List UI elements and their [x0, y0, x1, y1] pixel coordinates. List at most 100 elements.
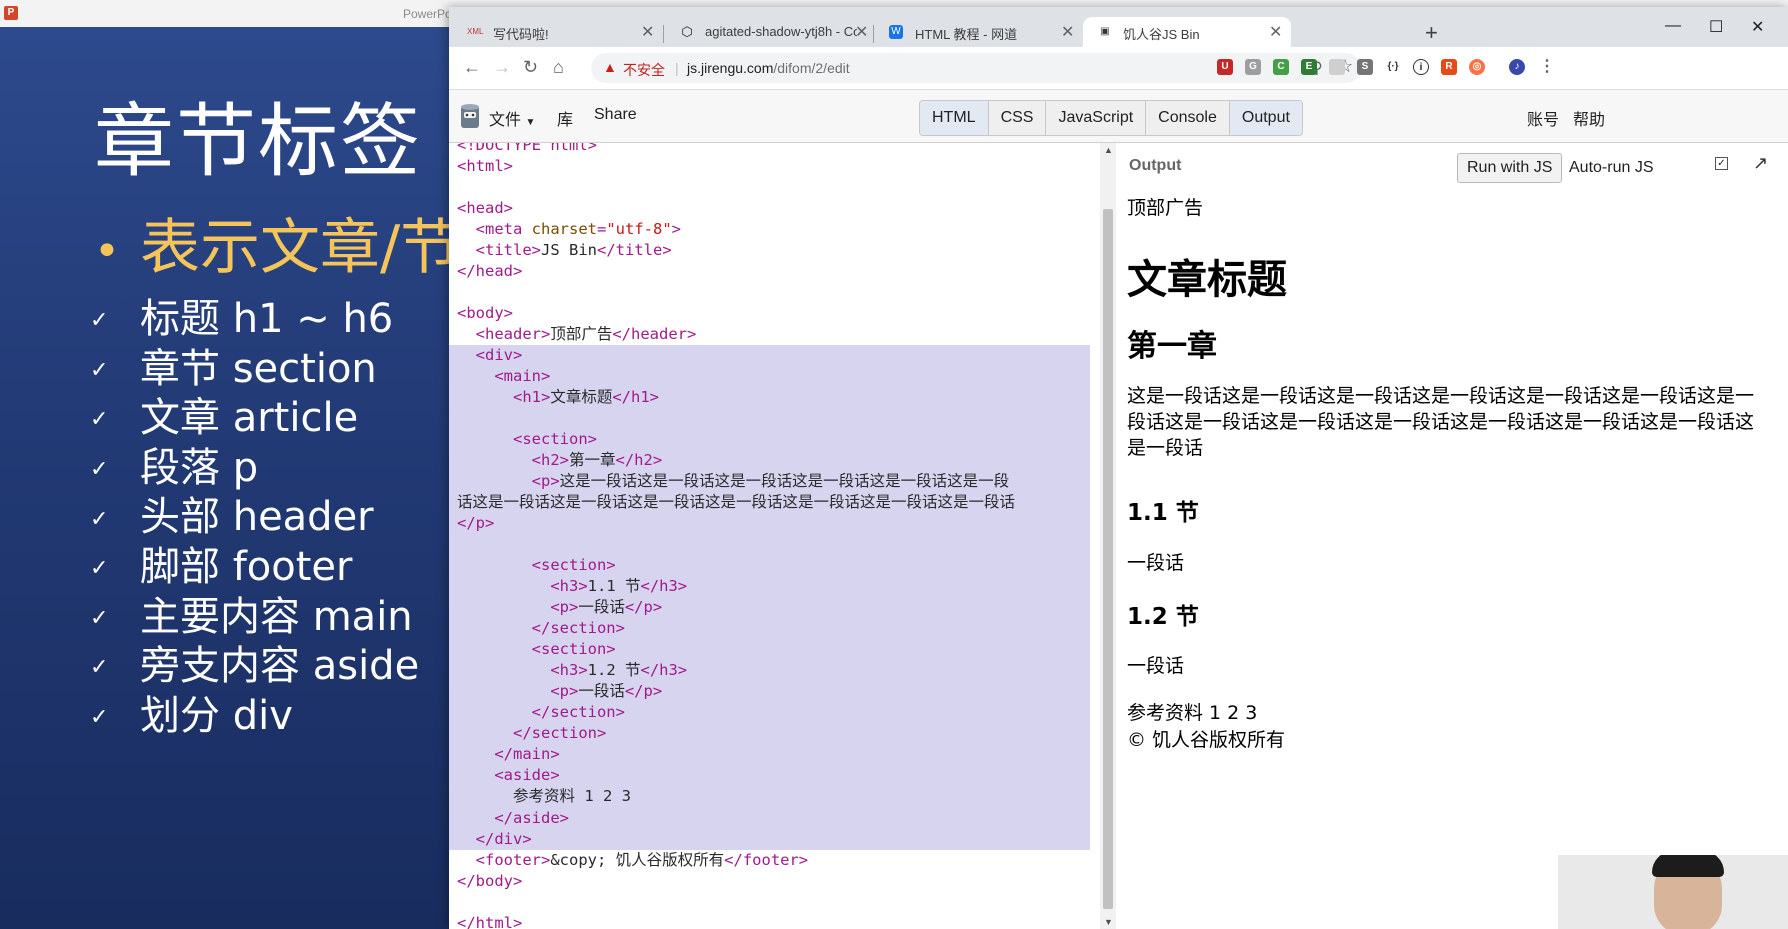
code-line[interactable]: <body> [449, 303, 1090, 324]
code-line[interactable]: ​ [449, 408, 1090, 430]
code-line[interactable]: 参考资料 1 2 3 [449, 786, 1090, 808]
code-line[interactable]: </main> [449, 744, 1090, 766]
code-line[interactable]: </p> [449, 513, 1090, 535]
menu-share[interactable]: Share [594, 106, 637, 124]
menu-kebab-icon[interactable]: ⋮ [1539, 59, 1555, 75]
code-line[interactable]: 话这是一段话这是一段话这是一段话这是一段话这是一段话这是一段话这是一段话 [449, 492, 1090, 514]
code-line[interactable]: <meta charset="utf-8"> [449, 219, 1090, 240]
code-line[interactable]: <html> [449, 156, 1090, 177]
code-line[interactable]: <div> [449, 345, 1090, 367]
panel-output-button[interactable]: Output [1229, 101, 1302, 135]
scroll-down-icon[interactable]: ▼ [1104, 917, 1113, 927]
minimize-icon[interactable]: — [1665, 17, 1681, 35]
code-line[interactable]: <aside> [449, 765, 1090, 787]
preview-h1: 文章标题 [1127, 257, 1287, 303]
code-line[interactable]: ​ [449, 892, 1090, 913]
code-line[interactable]: </section> [449, 618, 1090, 640]
close-icon[interactable]: ✕ [1269, 22, 1282, 42]
code-token: </p> [457, 514, 495, 533]
code-line[interactable]: <section> [449, 639, 1090, 661]
home-icon[interactable]: ⌂ [553, 57, 564, 78]
code-line[interactable]: </section> [449, 723, 1090, 745]
scroll-up-icon[interactable]: ▲ [1104, 145, 1113, 155]
s-extension-icon[interactable]: S [1357, 59, 1373, 75]
code-line[interactable]: </div> [449, 828, 1090, 850]
code-line[interactable]: <head> [449, 198, 1090, 219]
code-line[interactable]: </html> [449, 913, 1090, 929]
tab-wangdao[interactable]: W HTML 教程 - 网道 ✕ [875, 17, 1081, 47]
ghost-extension-icon[interactable]: G [1245, 59, 1261, 75]
code-line[interactable]: <title>JS Bin</title> [449, 240, 1090, 261]
code-line[interactable]: <header>顶部广告</header> [449, 324, 1090, 345]
code-line[interactable]: ​ [449, 177, 1090, 198]
tab-separator [873, 25, 874, 43]
tab-xiedaimala[interactable]: XML 写代码啦! ✕ [453, 17, 661, 47]
code-line[interactable]: <footer>&copy; 饥人谷版权所有</footer> [449, 850, 1090, 871]
window-close-icon[interactable]: ✕ [1751, 17, 1764, 37]
code-line[interactable]: </section> [449, 702, 1090, 724]
ublock-extension-icon[interactable]: U [1217, 59, 1233, 75]
panel-console-button[interactable]: Console [1146, 101, 1230, 135]
menu-account[interactable]: 账号 [1527, 106, 1559, 130]
check-icon: ✓ [90, 655, 109, 681]
close-icon[interactable]: ✕ [1061, 22, 1074, 42]
code-line[interactable]: <p>这是一段话这是一段话这是一段话这是一段话这是一段话这是一段 [449, 471, 1090, 493]
code-line[interactable]: <section> [449, 555, 1090, 577]
popout-arrow-icon[interactable]: ↗ [1753, 153, 1768, 174]
url-text[interactable]: js.jirengu.com/difom/2/edit [687, 60, 850, 76]
code-line[interactable]: </body> [449, 871, 1090, 892]
evernote-extension-icon[interactable]: E [1301, 59, 1317, 75]
code-line[interactable]: </head> [449, 261, 1090, 282]
menu-file[interactable]: 文件 ▼ [489, 106, 535, 130]
profile-avatar-icon[interactable]: ♪ [1509, 59, 1525, 75]
code-line[interactable]: ​ [449, 534, 1090, 556]
close-icon[interactable]: ✕ [855, 22, 868, 42]
back-icon[interactable]: ← [463, 57, 481, 78]
code-line[interactable]: <p>一段话</p> [449, 597, 1090, 619]
preview-h3-1: 1.1 节 [1127, 500, 1199, 526]
red-extension-icon[interactable]: R [1441, 59, 1457, 75]
compass-extension-icon[interactable]: ◎ [1469, 59, 1485, 75]
code-token: </header> [612, 325, 697, 344]
forward-icon[interactable]: → [493, 57, 511, 78]
panel-javascript-button[interactable]: JavaScript [1046, 101, 1147, 135]
code-line[interactable]: <!DOCTYPE html> [449, 143, 1090, 156]
menu-library[interactable]: 库 [557, 106, 573, 130]
code-token: </html> [457, 913, 523, 929]
code-line[interactable]: ​ [449, 282, 1090, 303]
new-tab-icon[interactable]: + [1425, 20, 1438, 46]
code-line[interactable]: <h3>1.1 节</h3> [449, 576, 1090, 598]
panel-css-button[interactable]: CSS [988, 101, 1047, 135]
code-line[interactable]: <h2>第一章</h2> [449, 450, 1090, 472]
slide-item-text: 旁支内容 aside [140, 643, 420, 690]
blank-extension-icon[interactable] [1329, 59, 1345, 75]
code-line[interactable]: <section> [449, 429, 1090, 451]
panel-html-button[interactable]: HTML [920, 101, 989, 135]
code-line[interactable]: <h3>1.2 节</h3> [449, 660, 1090, 682]
reload-icon[interactable]: ↻ [523, 57, 538, 78]
run-with-js-button[interactable]: Run with JS [1457, 153, 1563, 183]
html-editor[interactable]: <!DOCTYPE html><html>​<head> <meta chars… [449, 143, 1101, 929]
jsbin-logo-icon[interactable] [459, 102, 481, 130]
code-line[interactable]: <h1>文章标题</h1> [449, 387, 1090, 409]
webcam-overlay [1558, 855, 1788, 929]
code-extension-icon[interactable]: {·} [1385, 59, 1401, 75]
code-line[interactable]: <p>一段话</p> [449, 681, 1090, 703]
close-icon[interactable]: ✕ [641, 22, 654, 42]
tab-codesandbox[interactable]: ⬡ agitated-shadow-ytj8h - CodeSandbox ✕ [665, 17, 871, 47]
tab-jsbin[interactable]: ▣ 饥人谷JS Bin ✕ [1083, 17, 1291, 47]
autorun-checkbox[interactable]: ✓ [1715, 157, 1728, 170]
code-token: "utf-8" [606, 220, 672, 239]
scrollbar-thumb[interactable] [1103, 209, 1113, 909]
editor-scrollbar[interactable]: ▲ ▼ [1100, 143, 1116, 929]
maximize-icon[interactable]: ☐ [1709, 17, 1723, 37]
info-extension-icon[interactable]: i [1413, 59, 1429, 75]
check-icon: ✓ [90, 704, 109, 730]
preview-h2: 第一章 [1127, 329, 1217, 364]
chat-extension-icon[interactable]: C [1273, 59, 1289, 75]
code-line[interactable]: <main> [449, 366, 1090, 388]
code-line[interactable]: </aside> [449, 807, 1090, 829]
menu-help[interactable]: 帮助 [1573, 106, 1605, 130]
